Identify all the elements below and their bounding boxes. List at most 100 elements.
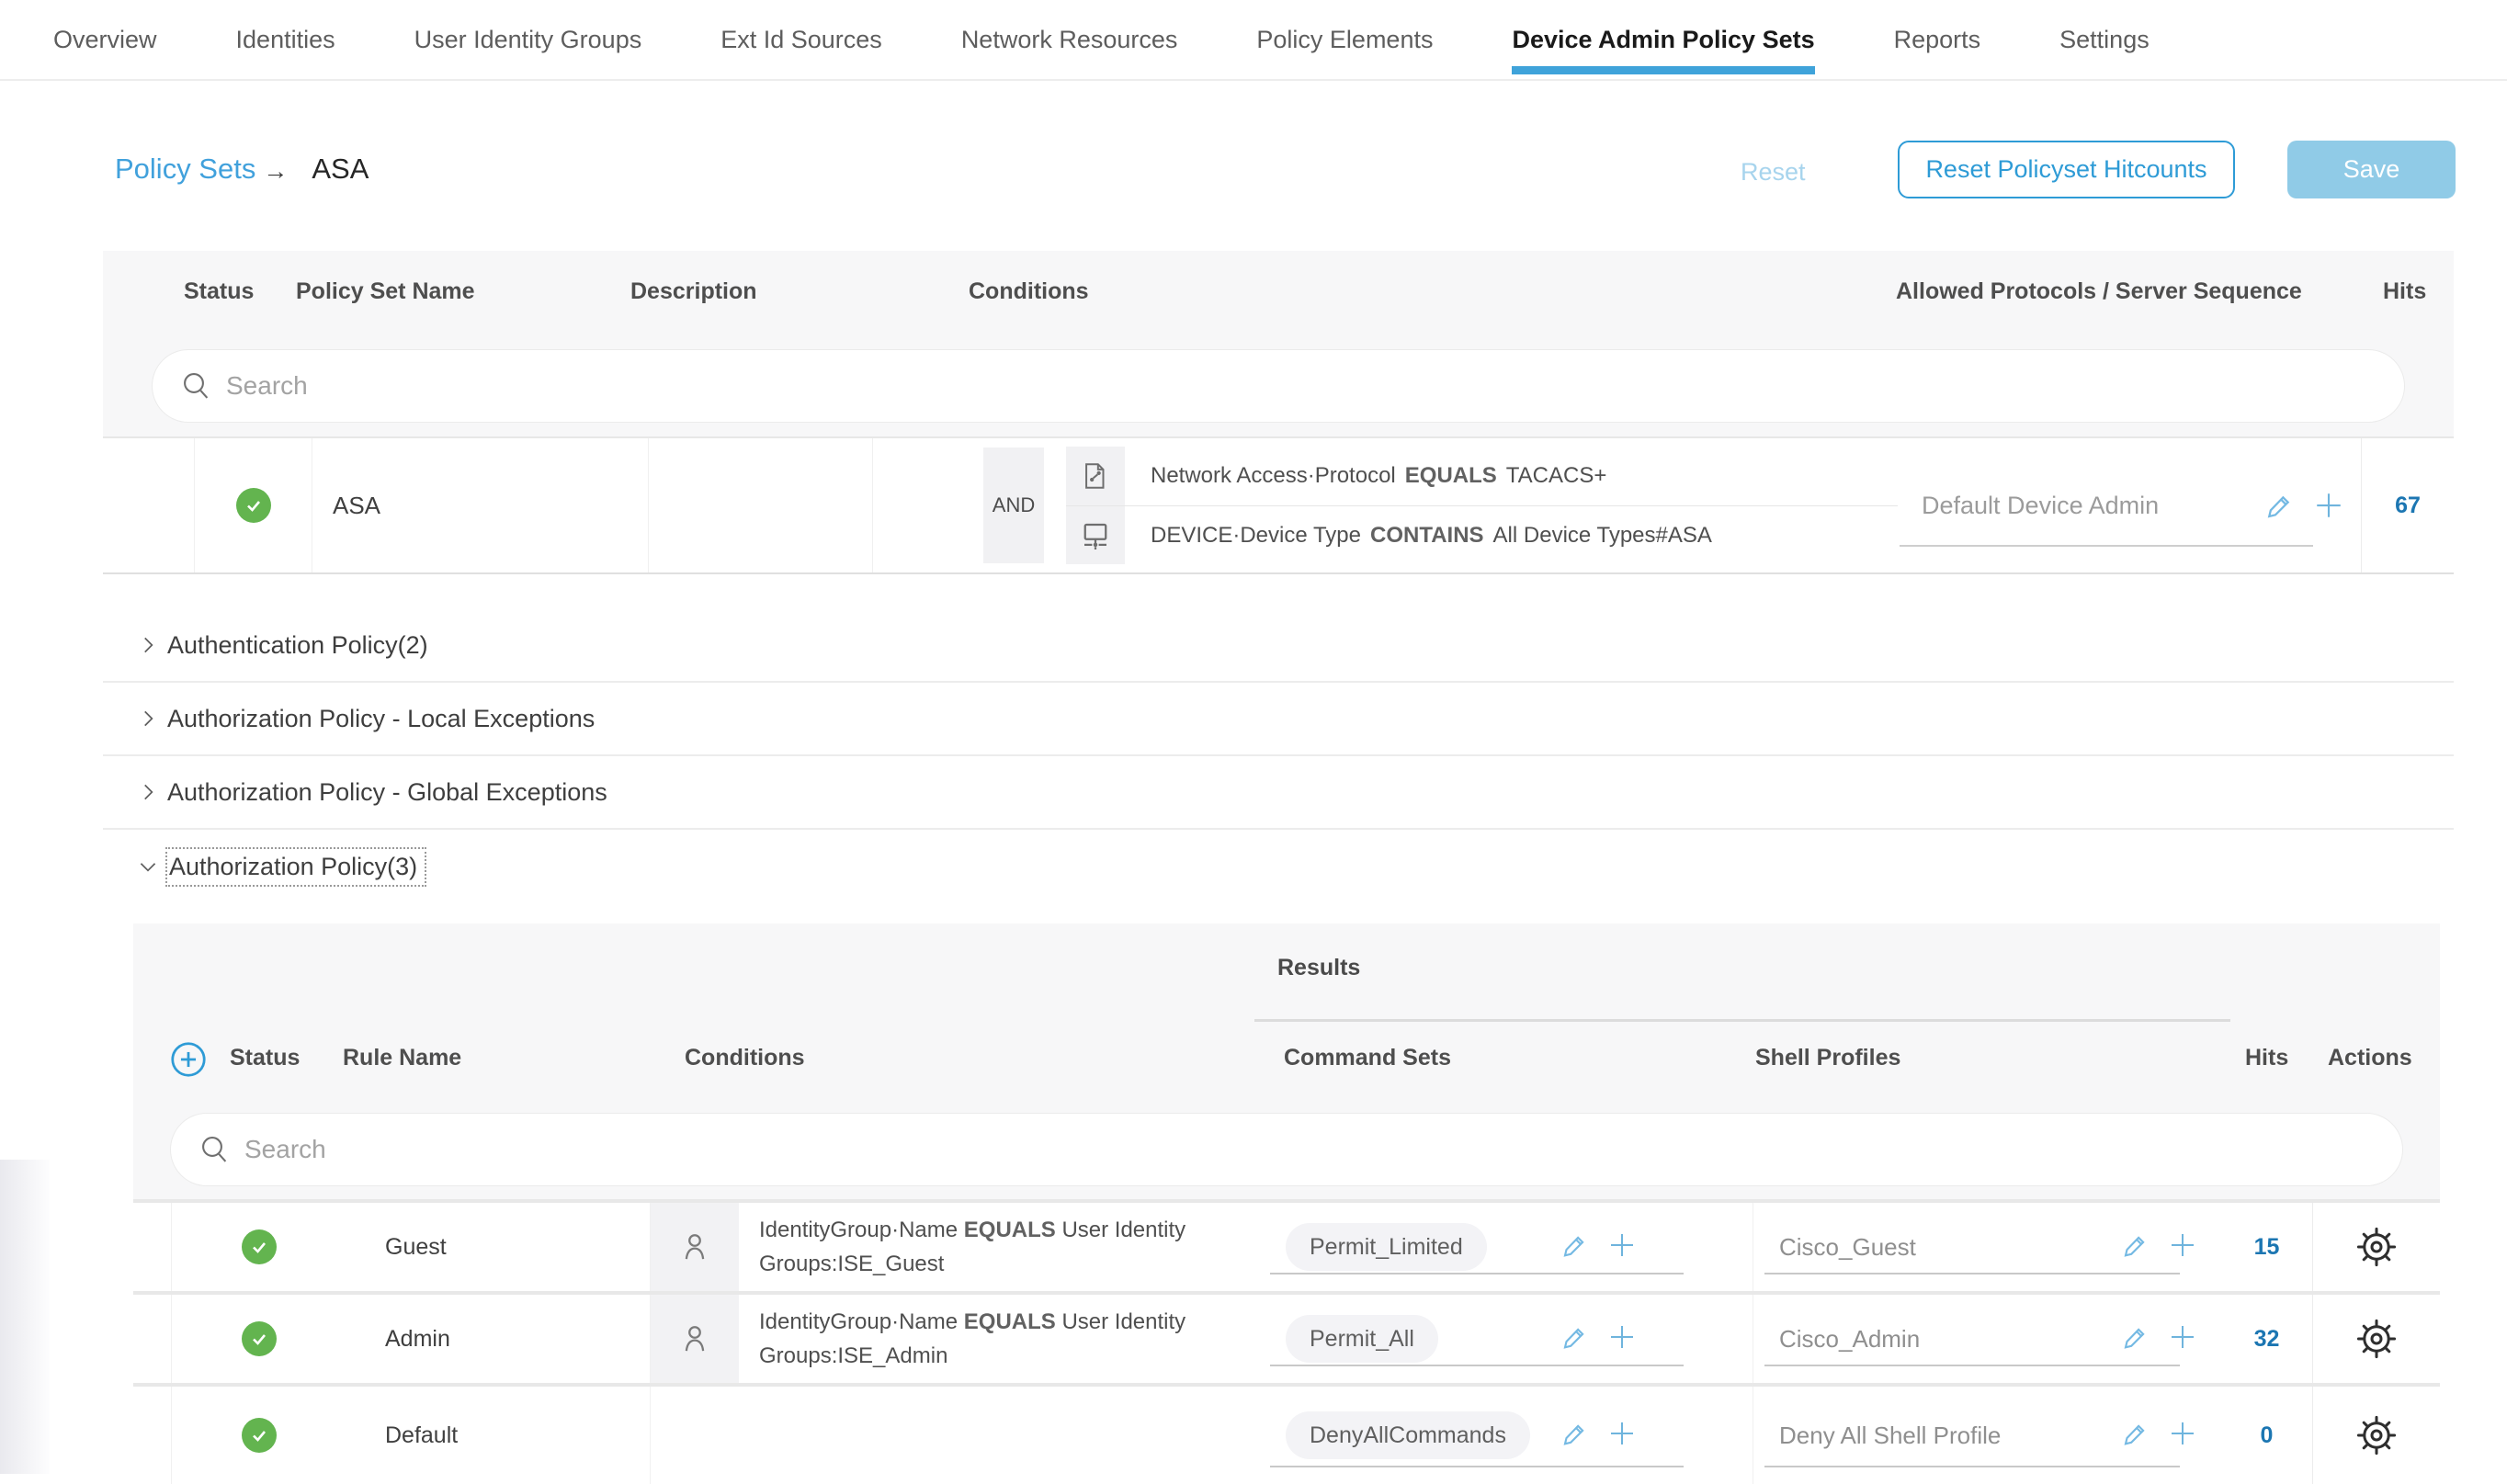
col-command-sets: Command Sets xyxy=(1284,1045,1451,1071)
gear-icon[interactable] xyxy=(2354,1413,2399,1457)
tab-reports[interactable]: Reports xyxy=(1894,0,1981,80)
condition-rows: Network Access·Protocol EQUALS TACACS+ D… xyxy=(1066,447,1898,564)
shell-profile-value[interactable]: Cisco_Guest xyxy=(1753,1233,1916,1262)
policy-set-description xyxy=(649,438,873,572)
add-icon[interactable] xyxy=(1607,1230,1637,1264)
add-icon[interactable] xyxy=(2168,1419,2197,1453)
chevron-right-icon xyxy=(136,707,160,731)
col-conditions: Conditions xyxy=(685,1045,805,1071)
allowed-protocols-cell: Default Device Admin xyxy=(1898,438,2362,572)
add-icon[interactable] xyxy=(2168,1322,2197,1356)
status-enabled-icon xyxy=(242,1229,277,1264)
tab-settings[interactable]: Settings xyxy=(2059,0,2150,80)
protocol-sequence-field[interactable]: Default Device Admin xyxy=(1900,466,2313,547)
tab-network-resources[interactable]: Network Resources xyxy=(961,0,1178,80)
policy-set-search-row xyxy=(103,335,2454,436)
authz-rule-row-guest[interactable]: Guest IdentityGroup·Name EQUALS User Ide… xyxy=(133,1199,2440,1291)
gear-icon[interactable] xyxy=(2354,1317,2399,1361)
policy-set-name[interactable]: ASA xyxy=(312,438,649,572)
reset-policyset-hitcounts-button[interactable]: Reset Policyset Hitcounts xyxy=(1898,141,2235,198)
breadcrumb: Policy Sets → ASA xyxy=(115,152,369,186)
save-button[interactable]: Save xyxy=(2287,141,2456,198)
col-status: Status xyxy=(230,1045,300,1071)
shell-profiles-cell: Cisco_Admin xyxy=(1753,1295,2221,1383)
section-authentication-policy[interactable]: Authentication Policy(2) xyxy=(103,609,2454,683)
section-authz-local-exceptions[interactable]: Authorization Policy - Local Exceptions xyxy=(103,683,2454,756)
policy-set-table-header: Status Policy Set Name Description Condi… xyxy=(103,251,2454,335)
identity-group-icon xyxy=(651,1203,739,1291)
breadcrumb-policy-sets-link[interactable]: Policy Sets xyxy=(115,153,255,186)
gear-icon[interactable] xyxy=(2354,1225,2399,1269)
status-cell[interactable] xyxy=(172,1203,346,1291)
add-icon[interactable] xyxy=(2313,490,2344,521)
command-set-chip[interactable]: DenyAllCommands xyxy=(1286,1411,1530,1459)
rule-name[interactable]: Admin xyxy=(346,1295,650,1383)
conditions-cell[interactable]: IdentityGroup·Name EQUALS User Identity … xyxy=(650,1295,1284,1383)
status-cell[interactable] xyxy=(172,1295,346,1383)
results-label: Results xyxy=(1277,955,1360,981)
add-icon[interactable] xyxy=(2168,1230,2197,1264)
identity-group-icon xyxy=(651,1295,739,1383)
tab-user-identity-groups[interactable]: User Identity Groups xyxy=(414,0,642,80)
edit-icon[interactable] xyxy=(1561,1231,1589,1263)
command-sets-cell: Permit_Limited xyxy=(1284,1203,1753,1291)
policy-set-search[interactable] xyxy=(152,349,2405,423)
field-underline xyxy=(1764,1273,2180,1274)
conditions-cell[interactable]: IdentityGroup·Name EQUALS User Identity … xyxy=(650,1203,1284,1291)
condition-row[interactable]: Network Access·Protocol EQUALS TACACS+ xyxy=(1066,447,1898,505)
col-rule-name: Rule Name xyxy=(343,1045,461,1071)
page-edge-shadow xyxy=(0,1160,50,1474)
tab-overview[interactable]: Overview xyxy=(53,0,157,80)
chevron-down-icon xyxy=(136,855,160,878)
tab-identities[interactable]: Identities xyxy=(236,0,335,80)
tab-ext-id-sources[interactable]: Ext Id Sources xyxy=(720,0,882,80)
edit-icon[interactable] xyxy=(2122,1231,2150,1263)
col-status: Status xyxy=(184,278,254,305)
network-device-icon xyxy=(1066,506,1125,564)
policy-set-hits[interactable]: 67 xyxy=(2395,493,2421,519)
section-authz-global-exceptions[interactable]: Authorization Policy - Global Exceptions xyxy=(103,756,2454,830)
tab-device-admin-policy-sets[interactable]: Device Admin Policy Sets xyxy=(1512,0,1814,80)
search-input[interactable] xyxy=(244,1135,2386,1164)
shell-profile-value[interactable]: Deny All Shell Profile xyxy=(1753,1422,2001,1450)
rule-hits[interactable]: 15 xyxy=(2254,1234,2280,1261)
col-policy-set-name: Policy Set Name xyxy=(296,278,475,305)
edit-icon[interactable] xyxy=(1561,1420,1589,1452)
edit-icon[interactable] xyxy=(1561,1323,1589,1355)
policy-set-row-asa[interactable]: ASA AND Network Access·Protocol EQUALS T… xyxy=(103,436,2454,574)
command-set-chip[interactable]: Permit_Limited xyxy=(1286,1223,1487,1271)
shell-profiles-cell: Cisco_Guest xyxy=(1753,1203,2221,1291)
edit-icon[interactable] xyxy=(2122,1420,2150,1452)
tab-policy-elements[interactable]: Policy Elements xyxy=(1256,0,1433,80)
rule-name[interactable]: Default xyxy=(346,1387,650,1484)
authz-rule-row-admin[interactable]: Admin IdentityGroup·Name EQUALS User Ide… xyxy=(133,1291,2440,1383)
add-rule-icon[interactable] xyxy=(168,1039,209,1084)
chevron-right-icon xyxy=(136,780,160,804)
edit-icon[interactable] xyxy=(2265,491,2295,520)
rule-name[interactable]: Guest xyxy=(346,1203,650,1291)
authz-rule-row-default[interactable]: Default DenyAllCommands Deny All Shell P… xyxy=(133,1383,2440,1484)
expand-cell xyxy=(103,438,195,572)
shell-profile-value[interactable]: Cisco_Admin xyxy=(1753,1325,1920,1354)
section-authorization-policy[interactable]: Authorization Policy(3) xyxy=(103,830,2454,903)
col-hits: Hits xyxy=(2245,1045,2288,1071)
command-set-chip[interactable]: Permit_All xyxy=(1286,1315,1438,1363)
condition-row[interactable]: DEVICE·Device Type CONTAINS All Device T… xyxy=(1066,505,1898,564)
search-icon xyxy=(199,1133,232,1166)
add-icon[interactable] xyxy=(1607,1419,1637,1453)
conditions-cell: AND Network Access·Protocol EQUALS TACAC… xyxy=(873,438,1898,572)
col-description: Description xyxy=(630,278,757,305)
search-input[interactable] xyxy=(226,371,2388,401)
status-cell[interactable] xyxy=(195,438,312,572)
rule-hits[interactable]: 0 xyxy=(2261,1422,2274,1449)
top-navigation: Overview Identities User Identity Groups… xyxy=(0,0,2507,81)
status-cell[interactable] xyxy=(172,1387,346,1484)
rule-hits[interactable]: 32 xyxy=(2254,1326,2280,1353)
reset-button[interactable]: Reset xyxy=(1741,158,1806,187)
status-enabled-icon xyxy=(242,1321,277,1356)
add-icon[interactable] xyxy=(1607,1322,1637,1356)
edit-icon[interactable] xyxy=(2122,1323,2150,1355)
expand-cell xyxy=(133,1295,172,1383)
authz-search[interactable] xyxy=(170,1113,2403,1186)
chevron-right-icon xyxy=(136,633,160,657)
